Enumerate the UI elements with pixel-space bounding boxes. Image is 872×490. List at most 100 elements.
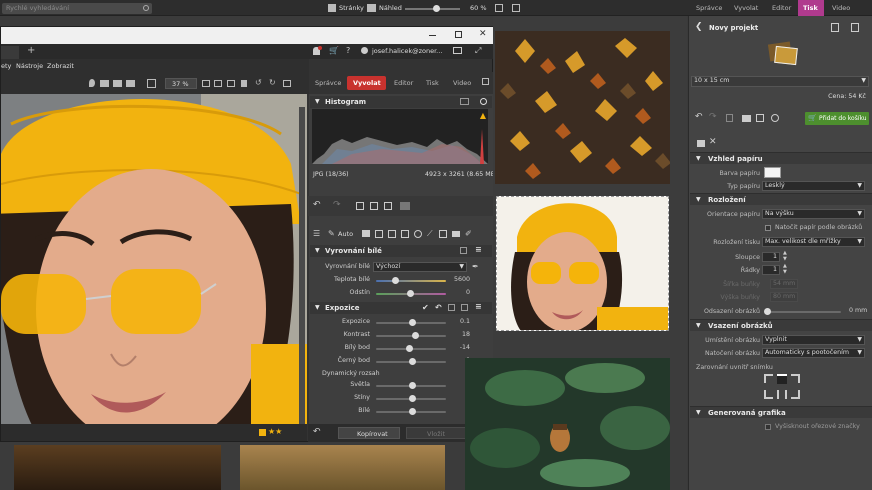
cart-icon[interactable]: 🛒	[329, 46, 339, 55]
paste-settings-icon[interactable]	[461, 304, 468, 311]
help-icon[interactable]: ?	[346, 46, 350, 55]
rotate-right-icon[interactable]: ↻	[269, 78, 276, 87]
mode-tab-editor[interactable]: Editor	[394, 79, 413, 87]
user-icon[interactable]	[361, 47, 368, 54]
spacing-value[interactable]: 0 mm	[849, 307, 867, 314]
align-bottom-right-icon[interactable]	[791, 390, 800, 399]
dynamic-row-slider[interactable]	[376, 395, 446, 402]
settings-icon[interactable]	[771, 114, 779, 122]
align-top-left-icon[interactable]	[764, 374, 773, 383]
maximize-icon[interactable]	[455, 31, 462, 38]
temperature-value[interactable]: 5600	[448, 276, 470, 283]
histogram-mode-icon[interactable]	[460, 98, 469, 105]
undo-icon[interactable]: ↶	[313, 427, 321, 437]
close-icon[interactable]: ✕	[479, 29, 487, 39]
mode-tab-spravce[interactable]: Správce	[315, 79, 341, 87]
align-bottom-left-icon[interactable]	[764, 390, 773, 399]
fullscreen-toggle-icon[interactable]: ⤢	[475, 46, 481, 56]
rating-icon[interactable]	[283, 80, 291, 87]
image-insert-header[interactable]: ▼ Vsazení obrázků	[690, 319, 872, 331]
main-photo-portrait[interactable]	[1, 94, 307, 440]
orientation-select[interactable]: Na výšku ▼	[762, 209, 865, 219]
print-page-autumn[interactable]	[495, 31, 670, 184]
pages-label[interactable]: Stránky	[339, 4, 364, 12]
pen-icon[interactable]: ✐	[465, 229, 472, 238]
align-center-icon[interactable]	[777, 390, 787, 399]
color-label-icon[interactable]	[259, 429, 266, 436]
menu-item-zobrazit[interactable]: Zobrazit	[47, 62, 74, 70]
paper-appearance-header[interactable]: ▼ Vzhled papíru	[690, 152, 872, 164]
circle-icon[interactable]	[414, 230, 422, 238]
mode-tab-vyvolat[interactable]: Vyvolat	[347, 76, 386, 90]
align-top-center-icon[interactable]	[777, 374, 787, 384]
print-page-nature[interactable]	[465, 358, 670, 490]
external-link-icon[interactable]	[482, 78, 489, 85]
paste-button[interactable]: Vložit	[406, 427, 468, 439]
enabled-check-icon[interactable]: ✔	[422, 303, 429, 312]
tab-tisk[interactable]: Tisk	[798, 0, 824, 16]
auto-icon[interactable]: ✎	[328, 229, 335, 238]
gallery-icon[interactable]	[113, 80, 122, 87]
print-icon[interactable]	[742, 115, 751, 122]
dynamic-row-slider[interactable]	[376, 382, 446, 389]
exposure-row-slider[interactable]	[376, 319, 446, 326]
exposure-row-slider-knob[interactable]	[409, 319, 416, 326]
back-icon[interactable]: ❮	[695, 22, 703, 32]
new-tab-icon[interactable]: +	[27, 45, 35, 56]
exposure-row-slider[interactable]	[376, 332, 446, 339]
menu-item-sety[interactable]: ety	[1, 62, 11, 70]
monitor-icon[interactable]	[453, 47, 462, 54]
white-balance-header[interactable]: ▼ Vyrovnání bílé ≡	[310, 245, 492, 257]
image-icon[interactable]	[367, 4, 376, 12]
rotate-icon[interactable]	[356, 202, 364, 210]
generated-graphics-header[interactable]: ▼ Generovaná grafika	[690, 406, 872, 418]
dynamic-row-slider-knob[interactable]	[409, 382, 416, 389]
crop-marks-checkbox[interactable]	[765, 424, 771, 430]
exposure-row-slider[interactable]	[376, 345, 446, 352]
export-icon[interactable]	[851, 23, 859, 32]
mode-tab-video[interactable]: Video	[453, 79, 471, 87]
histogram-settings-icon[interactable]	[480, 98, 487, 105]
align-top-right-icon[interactable]	[791, 374, 800, 383]
redo-icon[interactable]: ↷	[709, 112, 717, 122]
brush-icon[interactable]: ⟋	[427, 229, 433, 239]
reset-icon[interactable]: ↶	[435, 303, 442, 312]
tab-editor[interactable]: Editor	[772, 4, 791, 12]
user-name[interactable]: josef.halicek@zoner...	[372, 47, 442, 55]
wb-select[interactable]: Výchozí ▼	[373, 262, 467, 272]
tab-spravce[interactable]: Správce	[696, 4, 722, 12]
text-icon[interactable]	[401, 230, 409, 238]
paper-color-swatch[interactable]	[764, 167, 781, 178]
copy-settings-icon[interactable]	[448, 304, 455, 311]
exposure-row-slider-knob[interactable]	[409, 358, 416, 365]
copy-icon[interactable]	[726, 114, 733, 122]
perspective-icon[interactable]	[388, 230, 396, 238]
zoom-select[interactable]: 37 %	[165, 78, 197, 89]
exposure-row-slider-knob[interactable]	[405, 345, 413, 352]
share-icon[interactable]	[756, 114, 764, 122]
spacing-slider[interactable]	[764, 308, 841, 315]
exposure-row-slider[interactable]	[376, 358, 446, 365]
save-icon[interactable]	[831, 23, 839, 32]
gradient-icon[interactable]	[439, 230, 447, 238]
folder-icon[interactable]	[100, 80, 109, 87]
search-input[interactable]: Rychlé vyhledávání	[2, 3, 152, 14]
layout-header[interactable]: ▼ Rozložení	[690, 193, 872, 205]
rows-spin-icon[interactable]: ▲ ▼	[783, 263, 787, 275]
rotate-left-icon[interactable]: ↺	[255, 78, 262, 87]
tab-video[interactable]: Video	[832, 4, 850, 12]
fullscreen-icon[interactable]	[495, 4, 503, 12]
search-icon[interactable]	[143, 5, 149, 11]
histogram-header[interactable]: ▼ Histogram	[310, 96, 492, 108]
filmstrip-icon[interactable]	[126, 80, 135, 87]
actual-size-icon[interactable]	[214, 80, 222, 87]
section-menu-icon[interactable]: ≡	[475, 245, 482, 254]
undo-icon[interactable]: ↶	[313, 200, 321, 210]
eyedropper-icon[interactable]: ✒	[472, 262, 479, 271]
camera-icon[interactable]	[362, 230, 370, 237]
remove-icon[interactable]: ✕	[709, 137, 717, 147]
paper-type-select[interactable]: Lesklý ▼	[762, 181, 865, 191]
thumb-fox[interactable]	[14, 445, 221, 490]
dynamic-row-slider[interactable]	[376, 408, 446, 415]
placement-select[interactable]: Vyplnit ▼	[762, 335, 865, 345]
